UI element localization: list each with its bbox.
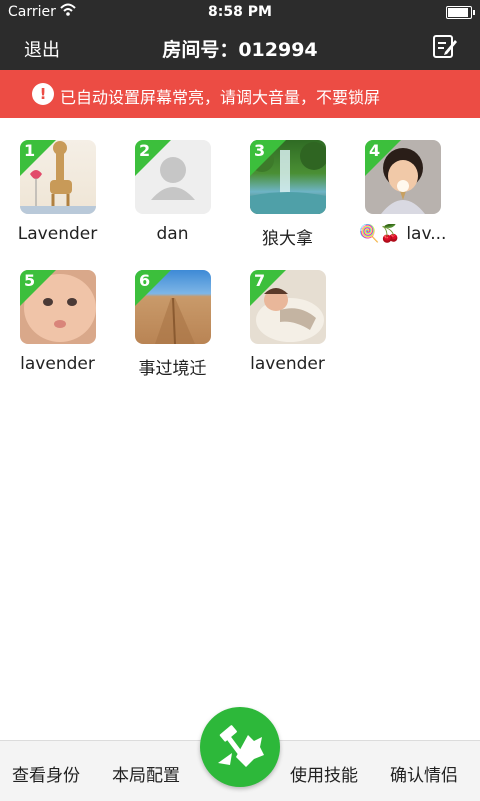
avatar: 1 [20,140,96,214]
avatar: 4 [365,140,441,214]
avatar: 3 [250,140,326,214]
confirm-lover-button[interactable]: 确认情侣 [390,761,458,786]
wolf-hammer-icon [218,725,264,767]
action-fab-button[interactable] [200,707,280,787]
nav-bar: 退出 房间号：012994 [0,24,480,70]
player-name: lavender [20,354,95,374]
room-title: 房间号：012994 [162,39,318,61]
status-bar: Carrier 8:58 PM [0,0,480,24]
edit-icon[interactable] [432,33,458,59]
player-card[interactable]: 1 Lavender [0,138,115,258]
battery-icon [446,6,475,19]
player-name: Lavender [17,224,98,244]
avatar: 7 [250,270,326,344]
avatar: 2 [135,140,211,214]
player-card[interactable]: 4 🍭🍒 lav... [345,138,460,258]
player-name: 🍭🍒 lav... [358,224,447,244]
player-card[interactable]: 2 dan [115,138,230,258]
player-card[interactable]: 5 lavender [0,268,115,388]
player-name: 事过境迁 [138,359,207,379]
player-card[interactable]: 6 事过境迁 [115,268,230,388]
alert-banner: ! 已自动设置屏幕常亮，请调大音量，不要锁屏 [0,70,480,118]
player-card[interactable]: 7 lavender [230,268,345,388]
alert-text: 已自动设置屏幕常亮，请调大音量，不要锁屏 [60,88,381,107]
game-config-button[interactable]: 本局配置 [112,761,180,786]
clock: 8:58 PM [208,4,272,20]
use-skill-button[interactable]: 使用技能 [290,761,358,786]
player-name: 狼大拿 [262,229,313,249]
player-name: dan [156,224,189,244]
exclamation-icon: ! [32,83,54,105]
avatar: 5 [20,270,96,344]
avatar: 6 [135,270,211,344]
view-identity-button[interactable]: 查看身份 [12,761,80,786]
player-card[interactable]: 3 狼大拿 [230,138,345,258]
player-name: lavender [250,354,325,374]
